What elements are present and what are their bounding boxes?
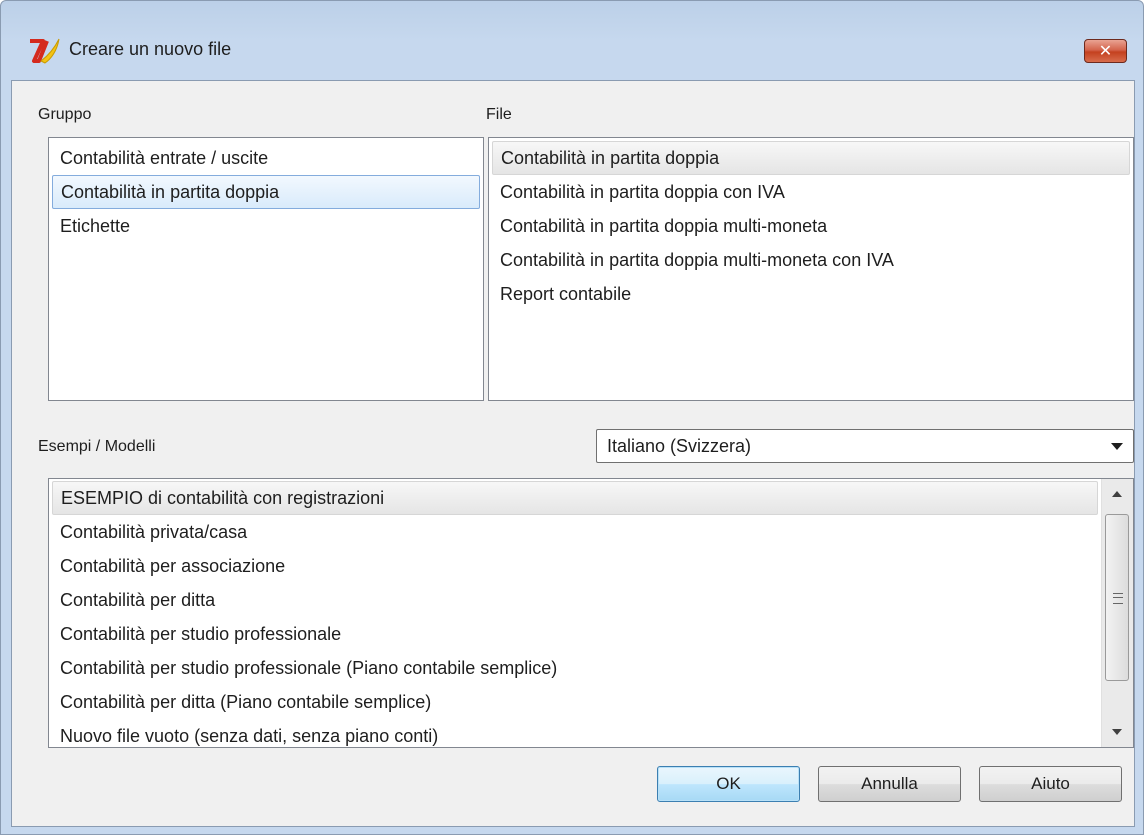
scroll-up-icon[interactable]: [1102, 479, 1133, 509]
window-title: Creare un nuovo file: [69, 39, 232, 59]
dialog-window: Creare un nuovo file ✕ Gruppo Contabilit…: [0, 0, 1144, 835]
grip-icon: [1113, 593, 1123, 604]
esempi-label: Esempi / Modelli: [38, 438, 156, 455]
language-select[interactable]: Italiano (Svizzera): [596, 429, 1134, 463]
gruppo-label: Gruppo: [38, 106, 92, 123]
scroll-down-icon[interactable]: [1102, 717, 1133, 747]
vertical-scrollbar[interactable]: [1101, 479, 1133, 747]
esempi-item-selected[interactable]: ESEMPIO di contabilità con registrazioni: [52, 481, 1098, 515]
ok-button[interactable]: OK: [657, 766, 800, 802]
cancel-button[interactable]: Annulla: [818, 766, 961, 802]
file-item-selected[interactable]: Contabilità in partita doppia: [492, 141, 1130, 175]
gruppo-item[interactable]: Etichette: [52, 209, 480, 243]
scrollbar-thumb[interactable]: [1105, 514, 1129, 681]
language-select-value: Italiano (Svizzera): [607, 436, 752, 456]
help-button[interactable]: Aiuto: [979, 766, 1122, 802]
file-item[interactable]: Contabilità in partita doppia con IVA: [492, 175, 1130, 209]
esempi-item[interactable]: Contabilità per associazione: [52, 549, 1098, 583]
gruppo-listbox[interactable]: Contabilità entrate / uscite Contabilità…: [48, 137, 484, 401]
esempi-item[interactable]: Contabilità per ditta: [52, 583, 1098, 617]
dialog-body: Gruppo Contabilità entrate / uscite Cont…: [11, 80, 1135, 827]
title-bar[interactable]: Creare un nuovo file ✕: [1, 1, 1143, 79]
gruppo-item-selected[interactable]: Contabilità in partita doppia: [52, 175, 480, 209]
esempi-item[interactable]: Nuovo file vuoto (senza dati, senza pian…: [52, 719, 1098, 747]
gruppo-item[interactable]: Contabilità entrate / uscite: [52, 141, 480, 175]
close-button[interactable]: ✕: [1084, 39, 1127, 63]
file-label: File: [486, 106, 512, 123]
esempi-listbox[interactable]: ESEMPIO di contabilità con registrazioni…: [48, 478, 1134, 748]
file-item[interactable]: Report contabile: [492, 277, 1130, 311]
banana-logo-icon: [30, 38, 60, 64]
chevron-down-icon[interactable]: [1111, 443, 1123, 450]
esempi-item[interactable]: Contabilità per ditta (Piano contabile s…: [52, 685, 1098, 719]
close-icon: ✕: [1098, 41, 1113, 60]
file-listbox[interactable]: Contabilità in partita doppia Contabilit…: [488, 137, 1134, 401]
esempi-item[interactable]: Contabilità privata/casa: [52, 515, 1098, 549]
file-item[interactable]: Contabilità in partita doppia multi-mone…: [492, 243, 1130, 277]
esempi-item[interactable]: Contabilità per studio professionale: [52, 617, 1098, 651]
file-item[interactable]: Contabilità in partita doppia multi-mone…: [492, 209, 1130, 243]
esempi-item[interactable]: Contabilità per studio professionale (Pi…: [52, 651, 1098, 685]
